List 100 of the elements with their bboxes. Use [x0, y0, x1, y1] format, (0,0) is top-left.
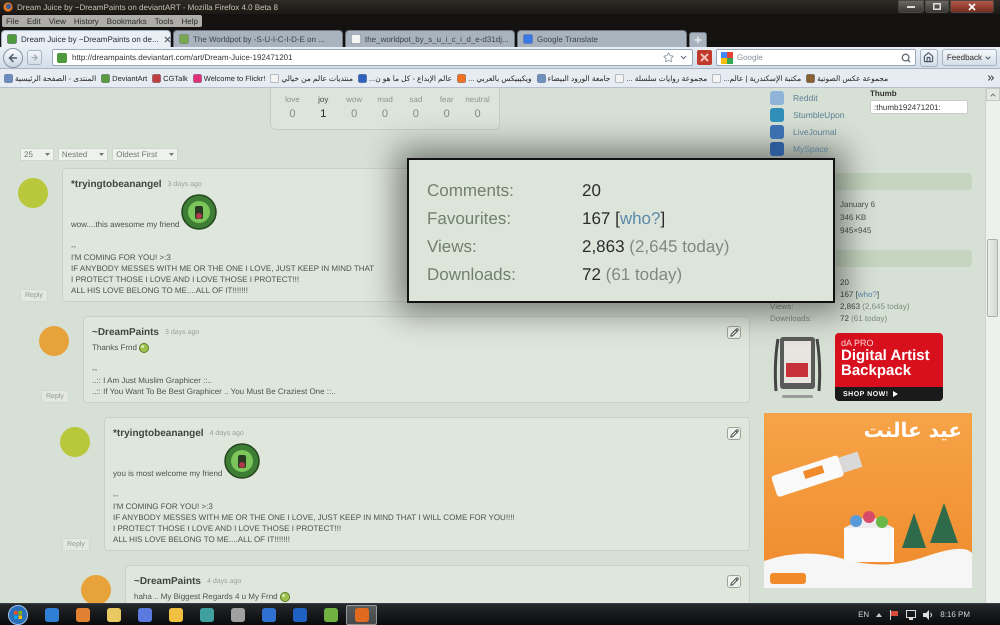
- close-button[interactable]: [950, 0, 994, 13]
- stat-value: 167 [who?]: [840, 290, 880, 298]
- mood-count: 0: [474, 108, 481, 121]
- search-input[interactable]: Google: [736, 52, 897, 64]
- comment-option-select[interactable]: Nested: [58, 148, 108, 161]
- browser-tab[interactable]: Dream Juice by ~DreamPaints on de...: [1, 30, 171, 47]
- menu-item[interactable]: Bookmarks: [102, 16, 151, 26]
- scrollbar-thumb[interactable]: [987, 239, 998, 317]
- new-tab-button[interactable]: [689, 32, 707, 47]
- caret-icon: [44, 153, 50, 156]
- comment-text: haha .. My Biggest Regards 4 u My Frnd: [134, 591, 278, 602]
- caret-icon[interactable]: [678, 53, 688, 62]
- thumb-label: Thumb: [870, 89, 897, 98]
- mood-label: wow: [346, 94, 362, 105]
- stat-value: 72 (61 today): [582, 265, 682, 285]
- mood-label: mad: [377, 94, 393, 105]
- ball-icon: [280, 592, 290, 602]
- edit-button[interactable]: [727, 326, 741, 338]
- stat-value: 2,863 (2,645 today): [582, 237, 730, 257]
- stat-value: 2,863 (2,645 today): [840, 302, 910, 310]
- ball-icon: [138, 343, 149, 353]
- signature-line: ..:: If You Want To Be Best Graphicer .. You Must Be Craziest One ::..: [92, 386, 336, 397]
- comment-author[interactable]: ~DreamPaints: [134, 576, 201, 586]
- comment-author[interactable]: ~DreamPaints: [92, 326, 159, 338]
- mood-count: 0: [382, 108, 388, 121]
- caret-icon: [169, 153, 174, 156]
- menu-item[interactable]: History: [70, 16, 103, 26]
- forward-icon: [30, 53, 39, 62]
- comment-author[interactable]: *tryingtobeanangel: [71, 178, 162, 190]
- address-field[interactable]: http://dreampaints.deviantart.com/art/Dream-Juice-192471201: [52, 49, 693, 66]
- back-button[interactable]: [3, 48, 23, 68]
- browser-tab[interactable]: the_worldpot_by_s_u_i_c_i_d_e-d31dj...: [345, 30, 515, 47]
- emoticon-icon: [224, 443, 260, 479]
- thumb-code-field[interactable]: :thumb192471201:: [870, 100, 968, 114]
- stat-value: 20: [840, 278, 849, 286]
- mood-label: neutral: [465, 94, 490, 105]
- window-title: Dream Juice by ~DreamPaints on deviantART - Mozilla Firefox 4.0 Beta 8: [17, 2, 278, 12]
- caret-icon: [984, 54, 992, 62]
- signature-line: IF ANYBODY MESSES WITH ME OR THE ONE I LOVE, JUST KEEP IN MIND THAT I WILL COME FOR YOU!!!!: [113, 512, 515, 523]
- search-bar[interactable]: Google: [716, 49, 916, 66]
- mood-count: 0: [289, 108, 296, 121]
- detail-value: 945×945: [840, 225, 872, 237]
- maximize-button[interactable]: [925, 0, 949, 13]
- caret-up-icon[interactable]: [876, 612, 882, 616]
- home-button[interactable]: [920, 48, 938, 66]
- mood-count: 1: [320, 108, 326, 121]
- mood-label: fear: [440, 94, 454, 105]
- comment-text: you is most welcome my friend: [113, 468, 222, 479]
- pencil-icon: [730, 428, 738, 438]
- four-squares-icon[interactable]: [720, 52, 733, 64]
- close-icon[interactable]: [162, 34, 172, 44]
- x-mark-icon[interactable]: [696, 50, 712, 65]
- pencil-icon: [730, 576, 738, 586]
- app-logo-icon: [3, 2, 13, 12]
- star-icon[interactable]: [662, 52, 674, 63]
- close-icon: [968, 2, 976, 10]
- menu-item[interactable]: Tools: [150, 16, 178, 26]
- comment-option-select[interactable]: Oldest First: [112, 148, 178, 161]
- taskbar-app-button[interactable]: [346, 604, 377, 624]
- browser-tab[interactable]: The Worldpot by -S-U-I-C-I-D-E on ...: [173, 30, 343, 47]
- signature-line: I PROTECT THOSE I LOVE AND I LOVE THOSE I PROTECT!!!: [113, 523, 342, 534]
- signature-line: I PROTECT THOSE I LOVE AND I LOVE THOSE I PROTECT!!!: [71, 274, 300, 285]
- signature-line: ALL HIS LOVE BELONG TO ME....ALL OF IT!!!!!!!: [113, 534, 290, 545]
- minimize-button[interactable]: [898, 0, 924, 13]
- menu-item[interactable]: Edit: [22, 16, 45, 26]
- signature-line: ..:: I Am Just Muslim Graphicer ::..: [92, 375, 212, 386]
- ad-brand: dA PRO: [840, 338, 875, 348]
- comment-option-select[interactable]: 25: [20, 148, 54, 161]
- edit-button[interactable]: [727, 574, 741, 588]
- caret-icon: [99, 153, 104, 156]
- edit-button[interactable]: [727, 426, 741, 440]
- more-bookmarks-button[interactable]: [986, 73, 996, 83]
- menu-item[interactable]: Help: [177, 16, 202, 26]
- feedback-button[interactable]: Feedback: [942, 49, 997, 66]
- signature-line: IF ANYBODY MESSES WITH ME OR THE ONE I LOVE, JUST KEEP IN MIND THAT: [71, 263, 374, 274]
- signature-line: --: [113, 490, 118, 501]
- ad-headline: عيد عالنت: [862, 417, 963, 443]
- stat-label: Views:: [770, 302, 794, 310]
- clock-text: 8:16 PM: [940, 610, 970, 619]
- speaker-icon[interactable]: [923, 610, 934, 620]
- comment-author[interactable]: *tryingtobeanangel: [113, 428, 204, 438]
- scroll-up-button[interactable]: [986, 88, 1000, 101]
- mood-label: joy: [318, 94, 328, 105]
- stat-label: Downloads:: [427, 265, 516, 285]
- menu-item[interactable]: File: [2, 16, 23, 26]
- signature-line: I'M COMING FOR YOU! >:3: [113, 501, 213, 512]
- ad-title: Digital Artist Backpack: [840, 348, 931, 378]
- chevron-up-icon: [989, 90, 997, 98]
- signature-line: --: [71, 241, 76, 252]
- search-icon[interactable]: [900, 52, 911, 62]
- flag-icon[interactable]: [889, 610, 900, 620]
- stat-label: Favourites:: [427, 209, 512, 229]
- browser-tab[interactable]: Google Translate: [517, 30, 687, 47]
- detail-value: January 6: [840, 199, 876, 211]
- language-indicator[interactable]: EN: [858, 610, 870, 619]
- mood-label: sad: [409, 94, 422, 105]
- monitor-icon[interactable]: [906, 610, 916, 620]
- home-icon: [923, 52, 934, 63]
- menu-item[interactable]: View: [44, 16, 70, 26]
- start-orb-icon: [8, 604, 28, 624]
